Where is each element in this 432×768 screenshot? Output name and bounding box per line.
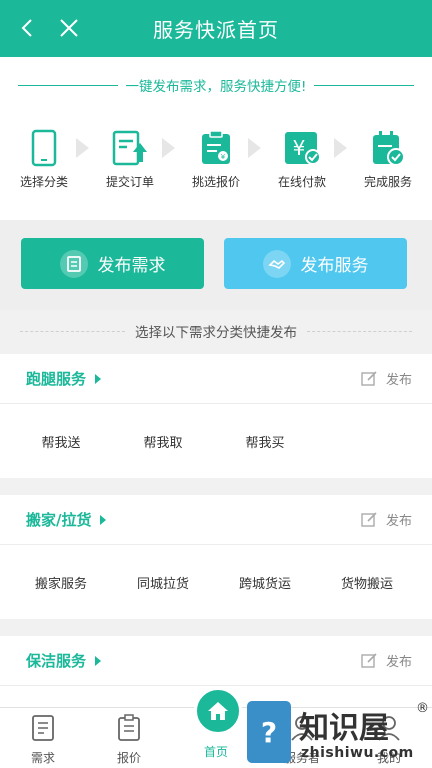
chevron-right-icon (248, 138, 261, 158)
publish-link[interactable]: 发布 (361, 369, 412, 388)
slogan-text: 一键发布需求，服务快捷方便! (125, 79, 307, 95)
category-title[interactable]: 跑腿服务 (26, 368, 102, 389)
list-item[interactable]: 货物搬运 (317, 573, 417, 592)
list-item[interactable]: 帮我取 (113, 432, 213, 451)
edit-icon (361, 370, 377, 386)
close-icon[interactable] (55, 14, 83, 42)
publish-label: 发布 (385, 373, 412, 388)
step-label: 完成服务 (363, 175, 412, 189)
list-item[interactable]: 帮我买 (215, 432, 315, 451)
tab-label: 需求 (30, 751, 55, 765)
handshake-icon (262, 249, 291, 278)
publish-label: 发布 (385, 655, 412, 670)
tab-quotes[interactable]: 报价 (86, 714, 172, 766)
step-label: 挑选报价 (191, 175, 240, 189)
step-online-payment: ¥ 在线付款 (266, 129, 338, 190)
list-item[interactable]: 帮我送 (11, 432, 111, 451)
list-item[interactable]: 同城拉货 (113, 573, 213, 592)
divider (20, 330, 125, 332)
category-hint: 选择以下需求分类快捷发布 (0, 310, 432, 352)
edit-icon (361, 652, 377, 668)
registered-mark: ® (416, 701, 429, 716)
clipboard-icon (118, 714, 140, 741)
step-label: 提交订单 (105, 175, 154, 189)
category-name: 保洁服务 (26, 652, 87, 670)
watermark-brand: 知识屋 (299, 711, 389, 746)
home-icon (208, 702, 228, 720)
caret-right-icon (95, 655, 102, 666)
tab-needs[interactable]: 需求 (0, 714, 86, 766)
step-label: 在线付款 (277, 175, 326, 189)
caret-right-icon (100, 514, 107, 525)
slogan-row: 一键发布需求，服务快捷方便! (18, 75, 415, 95)
hint-text: 选择以下需求分类快捷发布 (135, 325, 297, 341)
svg-text:¥: ¥ (221, 153, 226, 161)
category-header[interactable]: 保洁服务 发布 (0, 636, 432, 686)
home-button[interactable] (194, 687, 242, 735)
category-name: 搬家/拉货 (26, 511, 92, 529)
list-item[interactable]: 搬家服务 (11, 573, 111, 592)
top-bar: 服务快派首页 (0, 0, 432, 57)
document-icon (59, 249, 88, 278)
divider (314, 84, 415, 86)
phone-icon (31, 129, 57, 167)
step-select-quote: ¥ 挑选报价 (180, 129, 252, 190)
step-complete-service: 完成服务 (352, 129, 424, 190)
category-items: 帮我送 帮我取 帮我买 (0, 404, 432, 478)
watermark-logo: ? (247, 701, 291, 763)
chevron-right-icon (162, 138, 175, 158)
action-panel: 发布需求 发布服务 (0, 220, 432, 310)
publish-service-label: 发布服务 (300, 256, 369, 276)
category-moving: 搬家/拉货 发布 搬家服务 同城拉货 跨城货运 货物搬运 (0, 495, 432, 619)
category-items: 搬家服务 同城拉货 跨城货运 货物搬运 (0, 545, 432, 619)
quote-icon: ¥ (202, 130, 230, 164)
caret-right-icon (95, 373, 102, 384)
publish-link[interactable]: 发布 (361, 510, 412, 529)
publish-need-label: 发布需求 (97, 256, 166, 276)
step-select-category: 选择分类 (8, 129, 80, 190)
category-header[interactable]: 跑腿服务 发布 (0, 354, 432, 404)
watermark: ? 知识屋 ® zhishiwu.com (247, 701, 432, 768)
submit-order-icon (112, 130, 147, 166)
watermark-domain: zhishiwu.com (301, 745, 414, 761)
tab-label: 报价 (116, 751, 141, 765)
publish-link[interactable]: 发布 (361, 651, 412, 670)
list-item[interactable]: 跨城货运 (215, 573, 315, 592)
publish-need-button[interactable]: 发布需求 (21, 238, 204, 289)
payment-icon: ¥ (285, 132, 321, 165)
process-steps: 一键发布需求，服务快捷方便! 选择分类 提交订单 ¥ 挑选报价 ¥ 在线付款 完… (0, 57, 432, 220)
document-icon (32, 715, 54, 741)
step-submit-order: 提交订单 (94, 129, 166, 190)
divider (307, 330, 412, 332)
back-icon[interactable] (14, 14, 42, 42)
svg-text:¥: ¥ (293, 136, 306, 160)
category-title[interactable]: 保洁服务 (26, 650, 102, 671)
question-mark-icon: ? (260, 715, 278, 749)
step-label: 选择分类 (19, 175, 68, 189)
chevron-right-icon (334, 138, 347, 158)
publish-label: 发布 (385, 514, 412, 529)
page-title: 服务快派首页 (153, 18, 279, 42)
complete-icon (373, 131, 405, 166)
category-name: 跑腿服务 (26, 370, 87, 388)
category-errands: 跑腿服务 发布 帮我送 帮我取 帮我买 (0, 354, 432, 478)
category-header[interactable]: 搬家/拉货 发布 (0, 495, 432, 545)
edit-icon (361, 511, 377, 527)
chevron-right-icon (76, 138, 89, 158)
category-title[interactable]: 搬家/拉货 (26, 509, 107, 530)
divider (18, 84, 118, 86)
publish-service-button[interactable]: 发布服务 (224, 238, 407, 289)
